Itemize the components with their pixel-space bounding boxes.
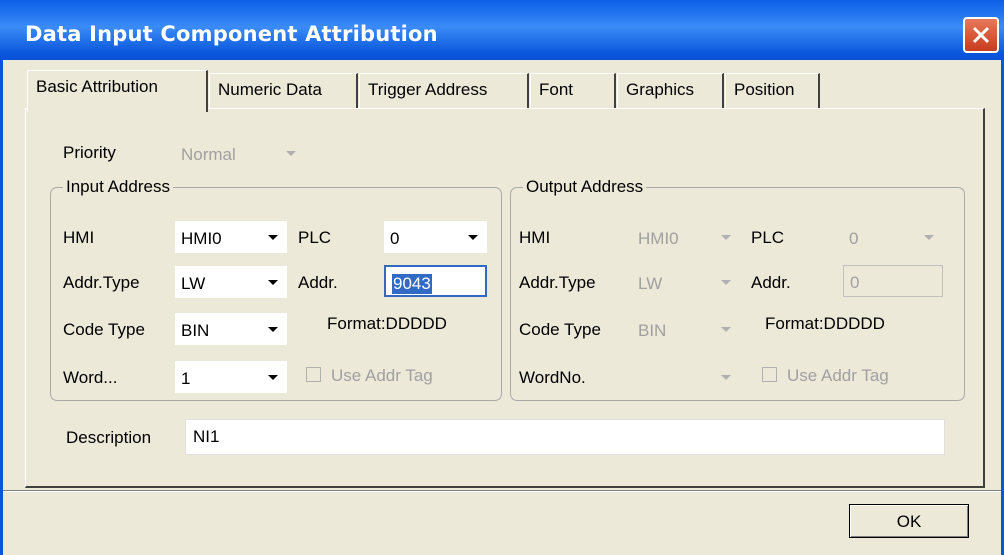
output-addr-type-value: LW [638,274,663,293]
chevron-down-icon[interactable] [259,313,287,345]
tab-label: Position [734,80,795,99]
output-plc-label: PLC [751,228,785,247]
chevron-down-icon [712,313,740,345]
input-hmi-select[interactable]: HMI0 [175,221,287,253]
input-use-addr-tag-checkbox [306,367,321,382]
input-addr-type-label: Addr.Type [63,273,140,292]
chevron-down-icon [712,361,740,393]
input-code-type-select[interactable]: BIN [175,313,287,345]
output-addr-value: 0 [850,273,860,292]
chevron-down-icon [712,266,740,298]
output-code-type-select: BIN [632,313,740,345]
input-code-type-value: BIN [181,321,210,340]
priority-select: Normal [175,137,305,169]
output-hmi-label: HMI [519,228,551,247]
tab-numeric-data[interactable]: Numeric Data [209,73,358,109]
close-icon [972,26,990,44]
input-word-select[interactable]: 1 [175,361,287,393]
chevron-down-icon [712,221,740,253]
ok-button[interactable]: OK [849,504,969,538]
description-field[interactable]: NI1 [185,419,945,455]
output-addr-field: 0 [843,265,943,297]
tab-label: Basic Attribution [36,77,158,96]
window-title: Data Input Component Attribution [25,22,438,46]
output-addr-type-select: LW [632,266,740,298]
input-code-type-label: Code Type [63,320,145,339]
output-code-type-label: Code Type [519,320,601,339]
tab-position[interactable]: Position [725,73,820,109]
input-addr-type-value: LW [181,274,206,293]
output-hmi-select: HMI0 [632,221,740,253]
tab-label: Numeric Data [218,80,322,99]
input-plc-label: PLC [298,228,332,247]
description-label: Description [66,428,152,447]
tab-basic-attribution[interactable]: Basic Attribution [27,70,208,112]
output-use-addr-tag-label: Use Addr Tag [787,366,889,385]
chevron-down-icon [277,137,305,169]
output-plc-value: 0 [849,229,859,248]
tab-label: Trigger Address [368,80,488,99]
input-format-text: Format:DDDDD [327,314,447,333]
output-word-select [632,361,740,393]
chevron-down-icon[interactable] [259,361,287,393]
tab-trigger-address[interactable]: Trigger Address [359,73,529,109]
output-addr-type-label: Addr.Type [519,273,596,292]
description-value: NI1 [193,427,220,446]
input-use-addr-tag-label: Use Addr Tag [331,366,433,385]
input-addr-value: 9043 [392,274,432,294]
priority-label: Priority [63,143,116,162]
input-plc-select[interactable]: 0 [384,221,487,253]
output-format-text: Format:DDDDD [765,314,885,333]
input-addr-type-select[interactable]: LW [175,266,287,298]
output-hmi-value: HMI0 [638,229,679,248]
input-word-value: 1 [181,369,191,388]
divider [3,490,1001,492]
input-word-label: Word... [63,368,118,387]
output-word-label: WordNo. [519,368,586,387]
output-address-legend: Output Address [523,177,647,197]
input-addr-field[interactable]: 9043 [384,265,487,297]
close-button[interactable] [963,17,999,53]
input-addr-label: Addr. [298,273,338,292]
output-use-addr-tag-checkbox [762,367,777,382]
priority-value: Normal [181,145,236,164]
tab-label: Graphics [626,80,695,99]
output-addr-label: Addr. [751,273,791,292]
input-plc-value: 0 [390,229,400,248]
output-plc-select: 0 [843,221,943,253]
tab-label: Font [539,80,574,99]
input-hmi-value: HMI0 [181,229,222,248]
chevron-down-icon[interactable] [459,221,487,253]
tab-graphics[interactable]: Graphics [617,73,724,109]
output-code-type-value: BIN [638,321,667,340]
tab-font[interactable]: Font [530,73,616,109]
chevron-down-icon[interactable] [259,221,287,253]
input-address-legend: Input Address [63,177,173,197]
input-hmi-label: HMI [63,228,95,247]
chevron-down-icon[interactable] [259,266,287,298]
chevron-down-icon [915,221,943,253]
